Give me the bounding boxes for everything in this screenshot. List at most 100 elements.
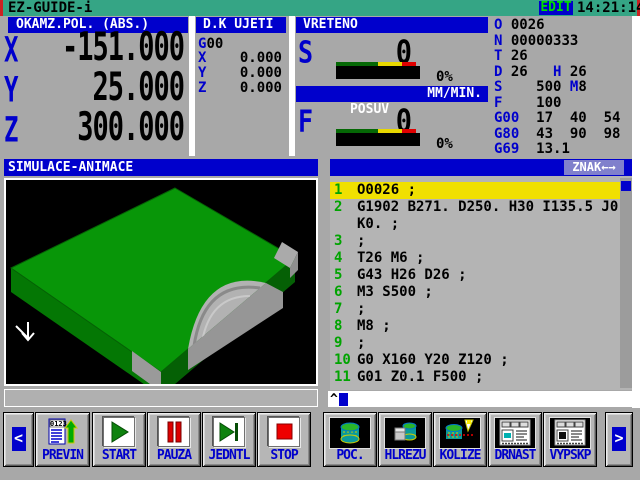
spindle-title: VRETENO [296, 17, 488, 33]
program-line[interactable]: 2G1902 B271. D250. H30 I135.5 J0. [330, 199, 618, 216]
mode-badge: EDIT [539, 1, 573, 15]
softkey-hlrezu[interactable]: HLREZU [378, 412, 432, 467]
modal-value: 17 40 54 [519, 110, 620, 126]
app-title: EZ-GUIDE-i [8, 0, 92, 16]
softkey-label: HLREZU [379, 448, 431, 463]
status-row: F 100 [494, 96, 632, 112]
softkey-kolize[interactable]: KOLIZE [433, 412, 487, 467]
distance-to-go-title: D.K UJETI [196, 17, 286, 33]
line-text: O0026 ; [357, 182, 416, 199]
softkey-label: KOLIZE [434, 448, 486, 463]
text-cursor [339, 393, 348, 406]
softkey-page-left[interactable]: < [3, 412, 34, 467]
stop-icon [268, 417, 300, 447]
line-text: T26 M6 ; [357, 250, 424, 267]
status-row: T 26 [494, 49, 632, 65]
softkey-label: JEDNTL [203, 448, 255, 463]
feed-title: POSUV MM/MIN. [296, 86, 488, 102]
program-line-selected[interactable]: 1 O0026 ; [330, 182, 620, 199]
line-number: 1 [334, 182, 342, 199]
workpiece-top-face [11, 188, 295, 372]
softkey-pauza[interactable]: PAUZA [147, 412, 201, 467]
document-rewind-icon: 0123 [47, 417, 79, 451]
status-row: G80 43 90 98 [494, 127, 632, 143]
softkey-vypskp[interactable]: VYPSKP [543, 412, 597, 467]
rough-cut-icon [384, 417, 426, 449]
axis-value: -151.000 [62, 25, 184, 70]
modal-value: 43 90 98 [519, 126, 620, 142]
line-text: ; [357, 335, 365, 352]
axis-label: X [198, 51, 206, 66]
softkey-stop[interactable]: STOP [257, 412, 311, 467]
program-line[interactable]: 6 M3 S500 ; [330, 284, 618, 301]
step-icon [213, 417, 245, 447]
line-number: 4 [334, 250, 342, 267]
right-edge-strip [632, 16, 640, 408]
scrollbar-thumb[interactable] [621, 181, 631, 191]
simulation-viewport [4, 178, 318, 386]
feed-address: F [298, 104, 313, 139]
program-line[interactable]: 11G01 Z0.1 F500 ; [330, 369, 618, 386]
softkey-start[interactable]: START [92, 412, 146, 467]
program-line[interactable]: 8M8 ; [330, 318, 618, 335]
settings-table-icon [494, 417, 536, 449]
char-mode-badge[interactable]: ZNAK←→ [564, 160, 624, 175]
program-listing[interactable]: 1 O0026 ; 2G1902 B271. D250. H30 I135.5 J… [330, 176, 632, 390]
line-number: 10 [334, 352, 351, 369]
program-line[interactable]: 7; [330, 301, 618, 318]
status-row: S 500 M8 [494, 80, 632, 96]
right-arrow-icon: > [612, 427, 626, 451]
absolute-position-panel: OKAMZ.POL. (ABS.) X -151.000 Y 25.000 Z … [2, 17, 188, 155]
program-line[interactable]: 5G43 H26 D26 ; [330, 267, 618, 284]
softkey-label: POC. [324, 448, 376, 463]
feed-load-percent: 0% [436, 136, 453, 152]
softkey-label: START [93, 448, 145, 463]
modal-label: G80 [494, 126, 519, 142]
feed-title-text: POSUV [350, 102, 389, 117]
spindle-load-percent: 0% [436, 69, 453, 85]
axis-label: Z [4, 109, 18, 150]
softkey-label: DRNAST [489, 448, 541, 463]
softkey-jedntl[interactable]: JEDNTL [202, 412, 256, 467]
pause-icon [158, 417, 190, 447]
status-row: D 26 H 26 [494, 65, 632, 81]
softkey-label: STOP [258, 448, 310, 463]
program-line[interactable]: 3; [330, 233, 618, 250]
collision-check-icon [439, 417, 481, 449]
axis-value: 0.000 [240, 51, 282, 66]
program-line[interactable]: 4 T26 M6 ; [330, 250, 618, 267]
line-number: 6 [334, 284, 342, 301]
softkey-previn[interactable]: 0123 PREVIN [35, 412, 90, 467]
program-line[interactable]: K0. ; [330, 216, 618, 233]
axis-arrow-icon [16, 322, 34, 340]
line-number: 5 [334, 267, 342, 284]
status-row: G69 13.1 [494, 142, 632, 158]
program-line[interactable]: 9; [330, 335, 618, 352]
program-scrollbar[interactable] [620, 178, 632, 388]
axis-value: 25.000 [92, 65, 184, 110]
line-text: G01 Z0.1 F500 ; [357, 369, 483, 386]
softkey-poc[interactable]: POC. [323, 412, 377, 467]
mdi-input-field[interactable]: ^ [328, 391, 632, 407]
spindle-address: S [298, 35, 313, 70]
line-number: 7 [334, 301, 342, 318]
softkey-page-right[interactable]: > [605, 412, 633, 467]
output-table-icon [549, 417, 591, 449]
softkey-label: PAUZA [148, 448, 200, 463]
status-row: N 00000333 [494, 34, 632, 50]
program-line[interactable]: 10 G0 X160 Y20 Z120 ; [330, 352, 618, 369]
axis-row-z: Z 0.000 [196, 81, 286, 96]
panel-divider [189, 16, 195, 156]
line-text: M3 S500 ; [357, 284, 433, 301]
line-text: G0 X160 Y20 Z120 ; [357, 352, 509, 369]
feed-unit: MM/MIN. [427, 86, 482, 102]
axis-label: X [4, 29, 18, 70]
line-text: G1902 B271. D250. H30 I135.5 J0. [357, 199, 627, 216]
status-row: G00 17 40 54 [494, 111, 632, 127]
input-caret: ^ [328, 392, 338, 407]
title-bar: EZ-GUIDE-i EDIT 14:21:14 [0, 0, 640, 16]
modal-value: 26 [561, 64, 586, 80]
axis-row-z: Z 300.000 [2, 113, 186, 153]
softkey-drnast[interactable]: DRNAST [488, 412, 542, 467]
line-text: M8 ; [357, 318, 391, 335]
